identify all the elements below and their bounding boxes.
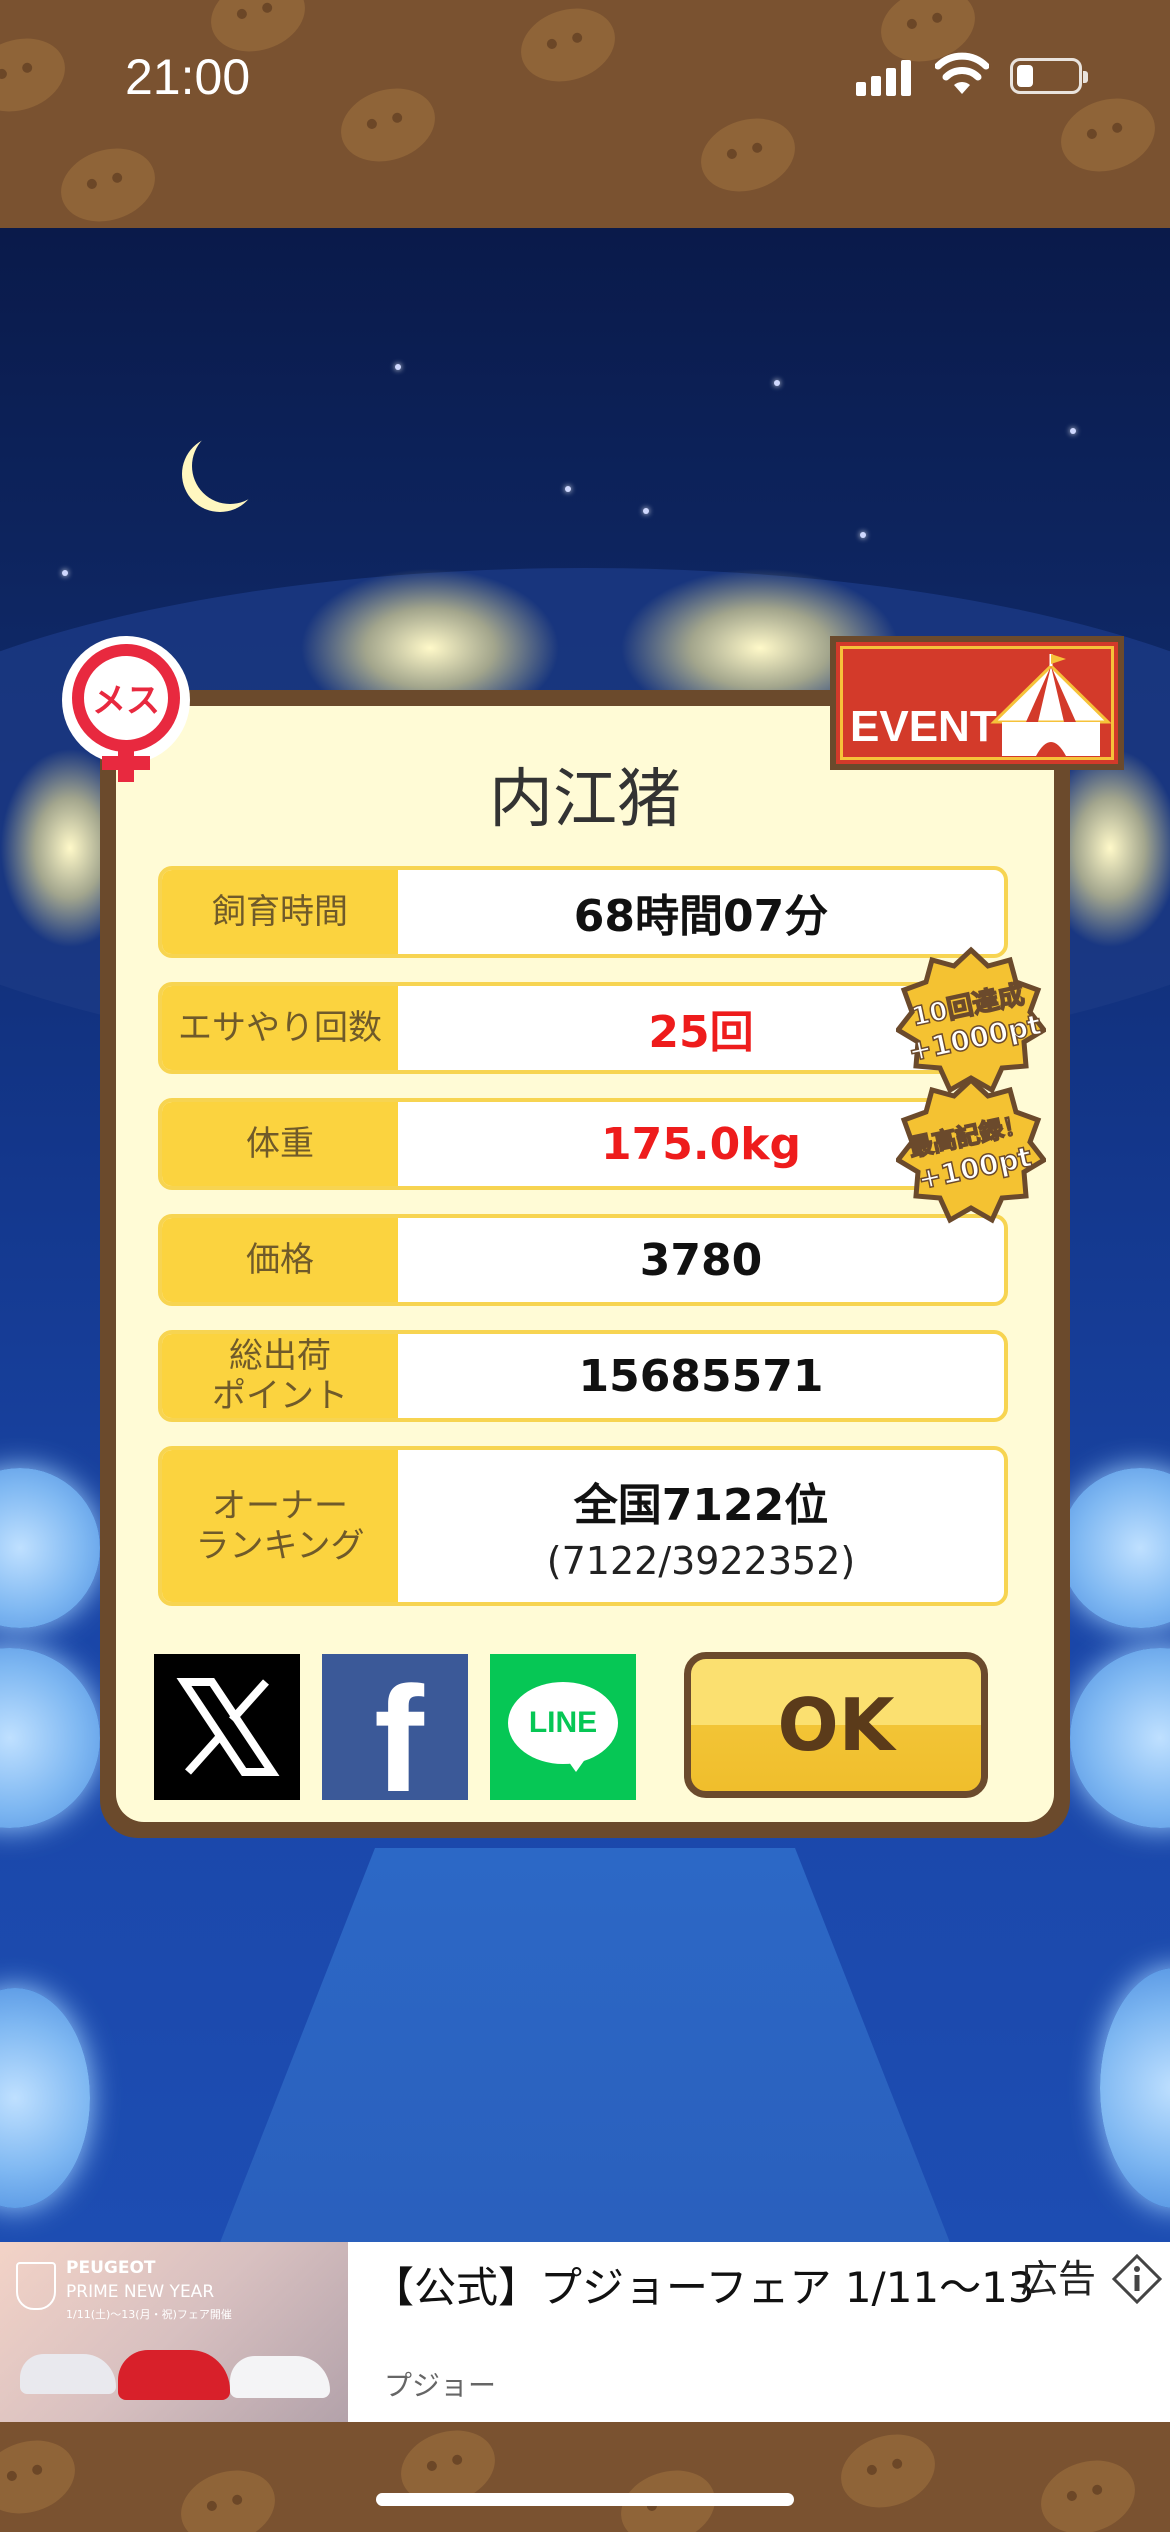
result-dialog: 内江猪 飼育時間 68時間07分 エサやり回数 25回 体重 175.0kg 価… (100, 690, 1070, 1838)
ad-image-brand: PEUGEOT (66, 2258, 156, 2278)
ranking-detail: (7122/3922352) (546, 1539, 856, 1583)
row-total-points: 総出荷 ポイント 15685571 (158, 1330, 1008, 1422)
battery-icon (1010, 58, 1088, 94)
row-label: 価格 (162, 1218, 398, 1302)
ad-image[interactable]: PEUGEOT PRIME NEW YEAR 1/11(土)〜13(月・祝)フェ… (0, 2242, 348, 2422)
event-badge: EVENT (830, 636, 1124, 770)
ad-label: 広告 (1020, 2257, 1097, 2301)
row-value: 全国7122位 (7122/3922352) (398, 1450, 1004, 1602)
x-logo-icon (176, 1678, 280, 1776)
gender-label: メス (92, 681, 160, 721)
moon-icon (192, 428, 268, 504)
row-value: 68時間07分 (573, 891, 829, 942)
circus-tent-icon (990, 654, 1112, 756)
bonus-badge-feed-count: 10回達成 +1000pt (896, 946, 1046, 1094)
peugeot-logo-icon (16, 2262, 56, 2310)
ad-sponsor: プジョー (384, 2369, 497, 2402)
row-weight: 体重 175.0kg (158, 1098, 1008, 1190)
row-label: エサやり回数 (162, 986, 398, 1070)
line-logo-text: LINE (528, 1706, 598, 1739)
row-owner-ranking: オーナー ランキング 全国7122位 (7122/3922352) (158, 1446, 1008, 1606)
ad-banner[interactable]: PEUGEOT PRIME NEW YEAR 1/11(土)〜13(月・祝)フェ… (0, 2242, 1170, 2422)
row-price: 価格 3780 (158, 1214, 1008, 1306)
line-logo-icon: LINE (508, 1682, 618, 1764)
event-label: EVENT (850, 702, 997, 751)
row-label: オーナー ランキング (162, 1450, 398, 1602)
row-label: 体重 (162, 1102, 398, 1186)
bottom-band (0, 2422, 1170, 2532)
ad-image-dates: 1/11(土)〜13(月・祝)フェア開催 (66, 2308, 232, 2321)
wifi-icon (935, 52, 989, 94)
status-time: 21:00 (125, 49, 251, 105)
share-x-button[interactable] (154, 1654, 300, 1800)
row-feeding-time: 飼育時間 68時間07分 (158, 866, 1008, 958)
ad-title[interactable]: 【公式】プジョーフェア 1/11〜13 (372, 2254, 1035, 2315)
home-indicator[interactable] (376, 2493, 794, 2506)
facebook-logo-icon: f (374, 1655, 424, 1800)
car-silhouette (20, 2354, 116, 2394)
status-bar: 21:00 (0, 0, 1170, 228)
share-line-button[interactable]: LINE (490, 1654, 636, 1800)
car-silhouette (118, 2350, 230, 2400)
ad-image-campaign: PRIME NEW YEAR (66, 2282, 215, 2302)
bonus-badge-weight-record: 最高記録！ +100pt (896, 1076, 1046, 1224)
row-label: 飼育時間 (162, 870, 398, 954)
ad-info-icon[interactable] (1112, 2254, 1162, 2304)
row-label: 総出荷 ポイント (162, 1334, 398, 1418)
row-value: 15685571 (578, 1350, 824, 1402)
share-facebook-button[interactable]: f (322, 1654, 468, 1800)
row-value: 3780 (639, 1234, 763, 1286)
female-gender-badge: メス (62, 636, 190, 782)
ok-button[interactable]: OK (684, 1652, 988, 1798)
ranking-value: 全国7122位 (573, 1480, 829, 1531)
car-silhouette (230, 2356, 330, 2398)
row-feed-count: エサやり回数 25回 (158, 982, 1008, 1074)
signal-icon (856, 56, 916, 96)
